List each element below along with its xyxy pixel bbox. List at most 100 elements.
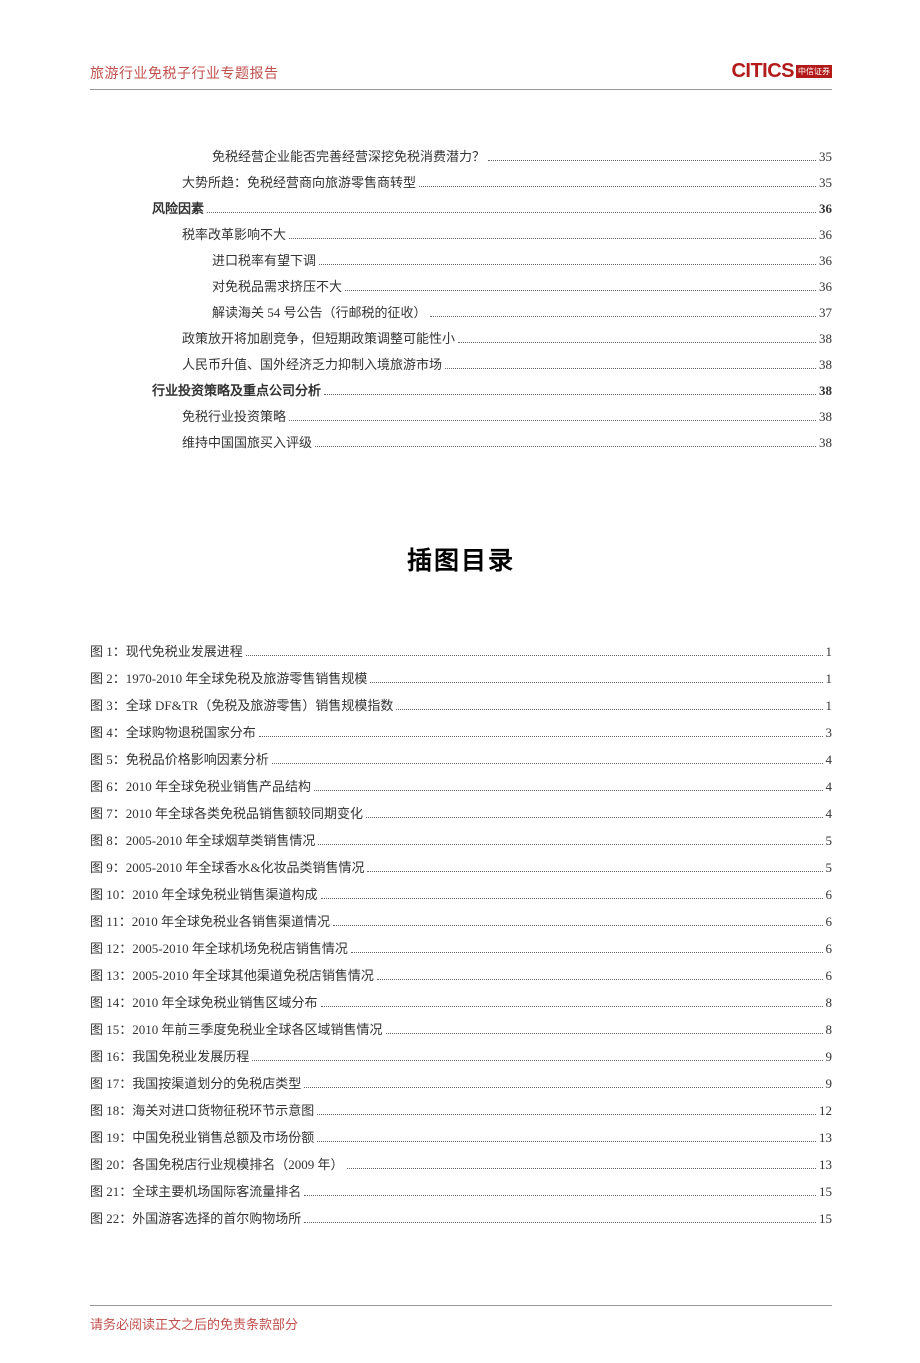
toc-page-number: 38: [819, 409, 832, 425]
toc-leader: [366, 817, 822, 818]
document-page: 旅游行业免税子行业专题报告 CITICS 中信证券 免税经营企业能否完善经营深挖…: [0, 0, 920, 1363]
toc-entry[interactable]: 免税行业投资策略38: [90, 406, 832, 425]
figure-entry[interactable]: 图 16：我国免税业发展历程9: [90, 1046, 832, 1065]
figure-entry[interactable]: 图 12：2005-2010 年全球机场免税店销售情况6: [90, 938, 832, 957]
toc-leader: [351, 952, 823, 953]
toc-page-number: 38: [819, 331, 832, 347]
toc-leader: [321, 898, 823, 899]
figure-page-number: 4: [826, 806, 833, 822]
figure-label: 图 13：2005-2010 年全球其他渠道免税店销售情况: [90, 965, 374, 984]
figure-label: 图 20：各国免税店行业规模排名（2009 年）: [90, 1154, 344, 1173]
figure-label: 图 5：免税品价格影响因素分析: [90, 749, 269, 768]
figure-page-number: 1: [826, 644, 833, 660]
figure-entry[interactable]: 图 14：2010 年全球免税业销售区域分布8: [90, 992, 832, 1011]
toc-leader: [386, 1033, 823, 1034]
toc-leader: [345, 290, 816, 291]
toc-leader: [488, 160, 816, 161]
figures-heading: 插图目录: [90, 541, 832, 577]
toc-label: 税率改革影响不大: [182, 224, 286, 243]
toc-entry[interactable]: 人民币升值、国外经济乏力抑制入境旅游市场38: [90, 354, 832, 373]
toc-leader: [318, 844, 822, 845]
figure-entry[interactable]: 图 3：全球 DF&TR（免税及旅游零售）销售规模指数1: [90, 695, 832, 714]
figure-entry[interactable]: 图 4：全球购物退税国家分布 3: [90, 722, 832, 741]
header-title: 旅游行业免税子行业专题报告: [90, 63, 279, 83]
figure-label: 图 18：海关对进口货物征税环节示意图: [90, 1100, 314, 1119]
toc-page-number: 36: [819, 201, 832, 217]
toc-leader: [317, 1141, 816, 1142]
figure-entry[interactable]: 图 17：我国按渠道划分的免税店类型9: [90, 1073, 832, 1092]
toc-label: 政策放开将加剧竞争，但短期政策调整可能性小: [182, 328, 455, 347]
toc-entry[interactable]: 维持中国国旅买入评级38: [90, 432, 832, 451]
toc-leader: [252, 1060, 822, 1061]
figure-entry[interactable]: 图 1：现代免税业发展进程 1: [90, 641, 832, 660]
toc-entry[interactable]: 行业投资策略及重点公司分析38: [90, 380, 832, 399]
toc-label: 人民币升值、国外经济乏力抑制入境旅游市场: [182, 354, 442, 373]
toc-leader: [347, 1168, 816, 1169]
figure-label: 图 1：现代免税业发展进程: [90, 641, 243, 660]
toc-label: 风险因素: [152, 198, 204, 217]
figure-label: 图 21：全球主要机场国际客流量排名: [90, 1181, 301, 1200]
figure-entry[interactable]: 图 9：2005-2010 年全球香水&化妆品类销售情况5: [90, 857, 832, 876]
toc-label: 大势所趋：免税经营商向旅游零售商转型: [182, 172, 416, 191]
figure-page-number: 1: [826, 671, 833, 687]
figure-page-number: 5: [826, 833, 833, 849]
figure-page-number: 3: [826, 725, 833, 741]
toc-page-number: 37: [819, 305, 832, 321]
toc-leader: [317, 1114, 816, 1115]
toc-leader: [304, 1087, 822, 1088]
page-header: 旅游行业免税子行业专题报告 CITICS 中信证券: [90, 60, 832, 90]
toc-page-number: 36: [819, 227, 832, 243]
figure-entry[interactable]: 图 21：全球主要机场国际客流量排名15: [90, 1181, 832, 1200]
logo-text: CITICS: [731, 60, 794, 83]
figure-page-number: 4: [826, 752, 833, 768]
figure-entry[interactable]: 图 15：2010 年前三季度免税业全球各区域销售情况8: [90, 1019, 832, 1038]
toc-entry[interactable]: 政策放开将加剧竞争，但短期政策调整可能性小 38: [90, 328, 832, 347]
figure-label: 图 17：我国按渠道划分的免税店类型: [90, 1073, 301, 1092]
toc-page-number: 38: [819, 435, 832, 451]
figure-entry[interactable]: 图 11：2010 年全球免税业各销售渠道情况6: [90, 911, 832, 930]
figure-entry[interactable]: 图 8：2005-2010 年全球烟草类销售情况 5: [90, 830, 832, 849]
figure-page-number: 1: [826, 698, 833, 714]
figure-entry[interactable]: 图 13：2005-2010 年全球其他渠道免税店销售情况 6: [90, 965, 832, 984]
toc-entry[interactable]: 对免税品需求挤压不大 36: [90, 276, 832, 295]
toc-leader: [445, 368, 816, 369]
toc-leader: [304, 1195, 816, 1196]
figure-page-number: 6: [826, 968, 833, 984]
figure-page-number: 6: [826, 914, 833, 930]
toc-leader: [377, 979, 823, 980]
figure-entry[interactable]: 图 5：免税品价格影响因素分析 4: [90, 749, 832, 768]
figure-page-number: 12: [819, 1103, 832, 1119]
toc-entry[interactable]: 免税经营企业能否完善经营深挖免税消费潜力？35: [90, 146, 832, 165]
figure-entry[interactable]: 图 20：各国免税店行业规模排名（2009 年）13: [90, 1154, 832, 1173]
figure-entry[interactable]: 图 10：2010 年全球免税业销售渠道构成 6: [90, 884, 832, 903]
figure-page-number: 4: [826, 779, 833, 795]
figure-label: 图 4：全球购物退税国家分布: [90, 722, 256, 741]
figure-entry[interactable]: 图 7：2010 年全球各类免税品销售额较同期变化 4: [90, 803, 832, 822]
toc-page-number: 36: [819, 279, 832, 295]
toc-label: 对免税品需求挤压不大: [212, 276, 342, 295]
toc-leader: [458, 342, 816, 343]
toc-leader: [289, 238, 816, 239]
figure-entry[interactable]: 图 18：海关对进口货物征税环节示意图 12: [90, 1100, 832, 1119]
toc-label: 解读海关 54 号公告（行邮税的征收）: [212, 302, 427, 321]
toc-entry[interactable]: 税率改革影响不大 36: [90, 224, 832, 243]
figure-label: 图 14：2010 年全球免税业销售区域分布: [90, 992, 318, 1011]
figure-label: 图 19：中国免税业销售总额及市场份额: [90, 1127, 314, 1146]
toc-leader: [396, 709, 822, 710]
toc-entry[interactable]: 解读海关 54 号公告（行邮税的征收） 37: [90, 302, 832, 321]
figure-label: 图 7：2010 年全球各类免税品销售额较同期变化: [90, 803, 363, 822]
toc-entry[interactable]: 风险因素 36: [90, 198, 832, 217]
figure-entry[interactable]: 图 22：外国游客选择的首尔购物场所15: [90, 1208, 832, 1227]
figure-entry[interactable]: 图 6：2010 年全球免税业销售产品结构4: [90, 776, 832, 795]
toc-entry[interactable]: 进口税率有望下调36: [90, 250, 832, 269]
toc-leader: [304, 1222, 816, 1223]
toc-entry[interactable]: 大势所趋：免税经营商向旅游零售商转型35: [90, 172, 832, 191]
figure-page-number: 6: [826, 887, 833, 903]
toc-leader: [419, 186, 816, 187]
figure-label: 图 8：2005-2010 年全球烟草类销售情况: [90, 830, 315, 849]
figure-entry[interactable]: 图 2：1970-2010 年全球免税及旅游零售销售规模1: [90, 668, 832, 687]
toc-leader: [207, 212, 816, 213]
figure-entry[interactable]: 图 19：中国免税业销售总额及市场份额13: [90, 1127, 832, 1146]
figure-page-number: 15: [819, 1211, 832, 1227]
figure-label: 图 10：2010 年全球免税业销售渠道构成: [90, 884, 318, 903]
